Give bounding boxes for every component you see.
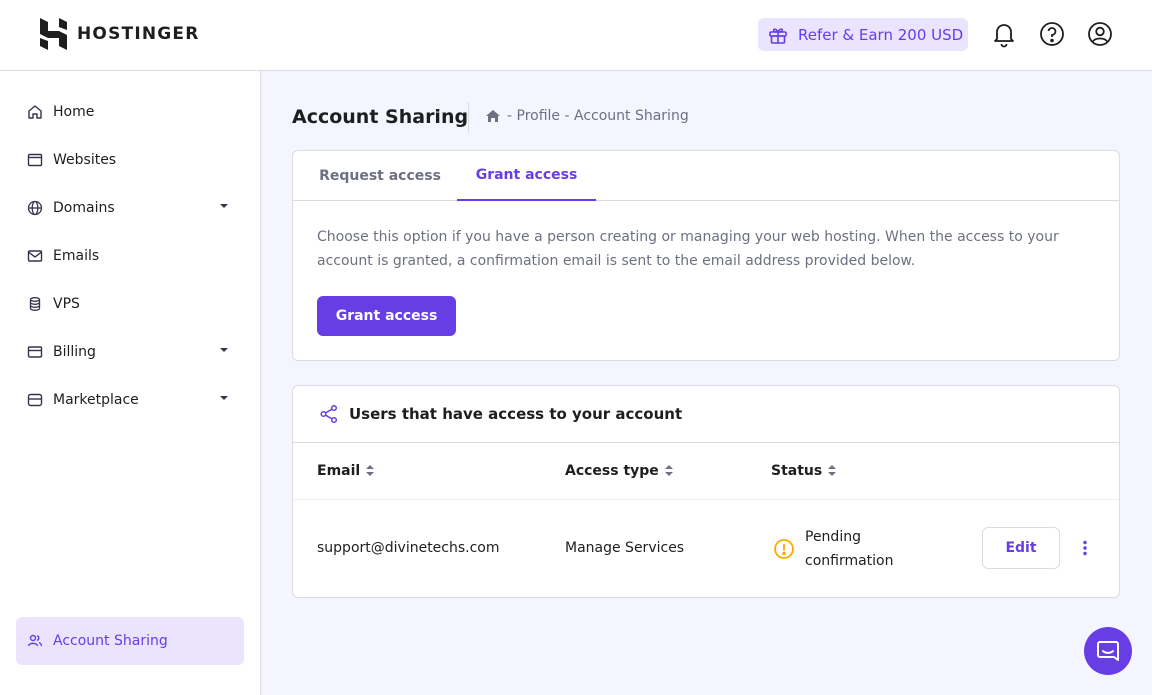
column-header-email[interactable]: Email [317, 463, 375, 479]
sidebar-item-websites[interactable]: Websites [16, 140, 244, 180]
more-options-icon[interactable] [1075, 538, 1095, 558]
breadcrumb-path[interactable]: - Profile - Account Sharing [507, 108, 689, 124]
sidebar-item-account-sharing[interactable]: Account Sharing [16, 617, 244, 665]
column-label: Email [317, 463, 361, 479]
home-icon[interactable] [485, 108, 501, 124]
sidebar-item-label: Domains [53, 200, 115, 216]
refer-earn-button[interactable]: Refer & Earn 200 USD [758, 18, 968, 51]
status-text: Pending confirmation [805, 525, 905, 573]
bell-icon[interactable] [990, 20, 1018, 48]
card-icon [27, 346, 43, 358]
browser-icon [27, 153, 43, 167]
globe-icon [27, 200, 43, 216]
sidebar-item-label: Account Sharing [53, 633, 168, 649]
sidebar-item-label: VPS [53, 296, 80, 312]
server-icon [29, 297, 41, 311]
access-tabs: Request access Grant access [293, 151, 1119, 201]
column-header-access-type[interactable]: Access type [565, 463, 673, 479]
store-icon [27, 393, 43, 407]
warning-icon [774, 539, 794, 559]
sidebar-item-domains[interactable]: Domains [16, 188, 244, 228]
hostinger-logo-icon [40, 18, 67, 50]
sidebar-item-label: Billing [53, 344, 96, 360]
sidebar-item-home[interactable]: Home [16, 92, 244, 132]
users-card: Users that have access to your account E… [292, 385, 1120, 598]
top-bar: HOSTINGER Refer & Earn 200 USD [0, 0, 1152, 71]
share-icon [320, 404, 338, 424]
title-divider [468, 102, 469, 133]
gift-icon [769, 27, 787, 44]
sort-icon [664, 465, 673, 477]
sidebar-item-emails[interactable]: Emails [16, 236, 244, 276]
status-line: Pending [805, 529, 861, 545]
status-badge: Pending confirmation [773, 525, 905, 573]
row-access-type: Manage Services [565, 540, 685, 556]
sidebar: Home Websites Domains Emails VPS Billing… [0, 71, 261, 695]
refer-earn-label: Refer & Earn 200 USD [798, 25, 964, 44]
grant-access-description: Choose this option if you have a person … [317, 229, 1059, 269]
home-icon [28, 105, 42, 119]
tab-grant-access[interactable]: Grant access [457, 151, 596, 201]
access-card: Request access Grant access Choose this … [292, 150, 1120, 361]
status-line: confirmation [805, 553, 894, 569]
sidebar-item-label: Emails [53, 248, 100, 264]
chevron-down-icon [220, 396, 228, 400]
sidebar-item-label: Websites [53, 152, 117, 168]
mail-icon [27, 250, 43, 262]
page-title: Account Sharing [292, 106, 469, 128]
sidebar-item-label: Home [53, 104, 95, 120]
sort-icon [828, 465, 837, 477]
sidebar-item-label: Marketplace [53, 392, 139, 408]
grant-access-button[interactable]: Grant access [317, 296, 456, 336]
column-header-status[interactable]: Status [771, 463, 837, 479]
breadcrumb: - Profile - Account Sharing [485, 108, 689, 124]
user-icon[interactable] [1086, 20, 1114, 48]
users-card-title: Users that have access to your account [349, 405, 683, 423]
help-icon[interactable] [1038, 20, 1066, 48]
edit-button[interactable]: Edit [982, 527, 1060, 569]
chevron-down-icon [220, 348, 228, 352]
users-icon [27, 634, 43, 647]
sidebar-item-marketplace[interactable]: Marketplace [16, 380, 244, 420]
sort-icon [366, 465, 375, 477]
chat-launcher-button[interactable] [1084, 627, 1132, 675]
sidebar-item-vps[interactable]: VPS [16, 284, 244, 324]
users-card-header: Users that have access to your account [293, 386, 1119, 443]
brand-logo[interactable]: HOSTINGER [40, 18, 200, 50]
chat-icon [1097, 641, 1119, 661]
header-divider [293, 499, 1119, 500]
column-label: Status [771, 463, 823, 479]
column-label: Access type [565, 463, 659, 479]
row-email: support@divinetechs.com [317, 540, 500, 556]
chevron-down-icon [220, 204, 228, 208]
brand-name: HOSTINGER [77, 24, 200, 44]
sidebar-item-billing[interactable]: Billing [16, 332, 244, 372]
tab-request-access[interactable]: Request access [316, 151, 444, 201]
